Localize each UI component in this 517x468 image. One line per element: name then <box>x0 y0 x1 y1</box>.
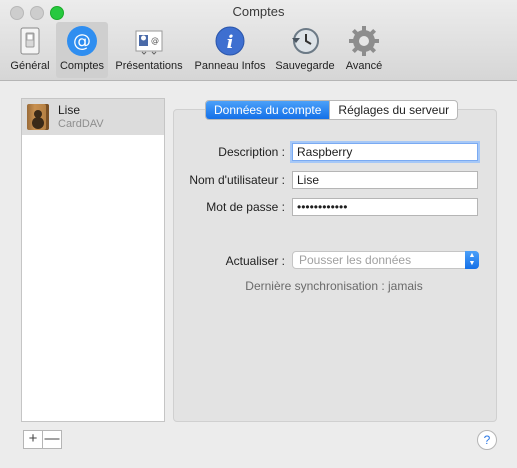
settings-tabs: Données du compte Réglages du serveur <box>205 100 459 120</box>
username-label: Nom d'utilisateur : <box>189 173 285 187</box>
tab-server-settings[interactable]: Réglages du serveur <box>329 101 457 119</box>
general-switch-icon <box>20 27 40 55</box>
accounts-window: Comptes Général @ Comptes @ Présentation… <box>0 0 517 468</box>
refresh-label: Actualiser : <box>225 254 285 268</box>
toolbar-label-advanced: Avancé <box>345 60 383 72</box>
address-book-icon <box>27 104 49 130</box>
toolbar-item-info-panel[interactable]: i Panneau Infos <box>191 22 269 78</box>
svg-text:i: i <box>227 32 234 53</box>
toolbar-item-general[interactable]: Général <box>6 22 54 78</box>
password-label: Mot de passe : <box>206 200 285 214</box>
last-sync-status: Dernière synchronisation : jamais <box>245 279 423 293</box>
account-row[interactable]: Lise CardDAV <box>22 99 164 135</box>
toolbar-label-general: Général <box>10 60 50 72</box>
chevron-up-down-icon: ▲ ▼ <box>465 251 479 269</box>
toolbar-item-advanced[interactable]: Avancé <box>341 22 387 78</box>
time-machine-backup-icon <box>292 28 319 54</box>
description-field[interactable] <box>292 143 478 161</box>
password-field[interactable] <box>292 198 478 216</box>
username-field[interactable] <box>292 171 478 189</box>
toolbar-item-accounts[interactable]: @ Comptes <box>56 22 108 78</box>
info-icon: i <box>215 26 245 56</box>
toolbar-label-info-panel: Panneau Infos <box>194 60 266 72</box>
toolbar-label-templates: Présentations <box>115 60 183 72</box>
tab-account-data[interactable]: Données du compte <box>206 101 330 119</box>
gear-icon <box>349 26 379 56</box>
help-button[interactable]: ? <box>477 430 497 450</box>
window-title: Comptes <box>232 4 285 19</box>
toolbar-item-backup[interactable]: Sauvegarde <box>272 22 338 78</box>
refresh-select-value: Pousser les données <box>299 253 412 267</box>
svg-text:@: @ <box>73 31 91 52</box>
description-label: Description : <box>218 145 285 159</box>
remove-account-button[interactable]: — <box>42 430 62 449</box>
account-name: Lise <box>58 103 81 117</box>
svg-text:@: @ <box>151 36 159 45</box>
vcard-template-icon: @ <box>135 30 163 55</box>
toolbar-label-accounts: Comptes <box>59 60 105 72</box>
toolbar-item-templates[interactable]: @ Présentations <box>111 22 187 78</box>
at-sign-icon: @ <box>67 26 97 56</box>
title-bar: Comptes Général @ Comptes @ Présentation… <box>0 0 517 81</box>
refresh-select[interactable]: Pousser les données ▲ ▼ <box>292 251 479 269</box>
toolbar-label-backup: Sauvegarde <box>275 60 335 72</box>
add-account-button[interactable]: + <box>23 430 43 449</box>
account-type: CardDAV <box>58 118 104 130</box>
